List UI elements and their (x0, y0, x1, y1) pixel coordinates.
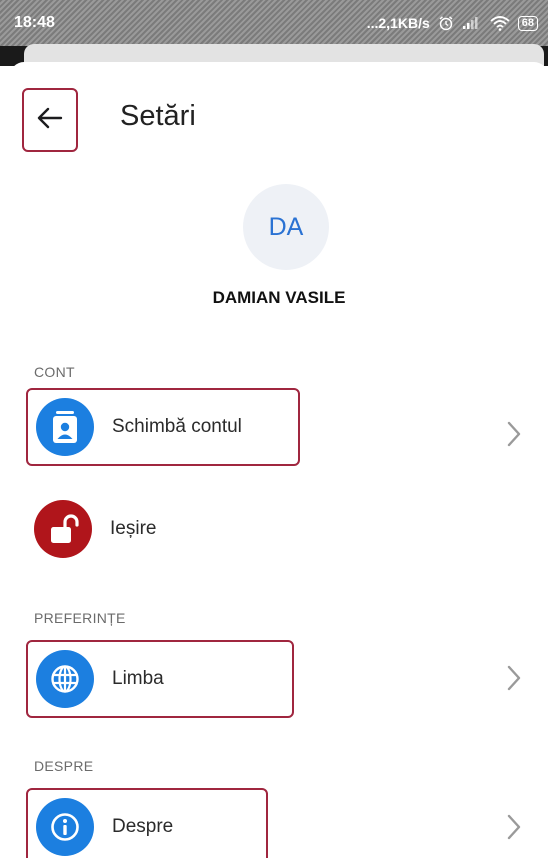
logout-label: Ieșire (110, 518, 157, 539)
logout-item[interactable]: Ieșire (26, 490, 326, 568)
status-bar: 18:48 ...2,1KB/s 68 (0, 0, 548, 46)
signal-icon (462, 16, 482, 30)
language-label: Limba (112, 668, 164, 689)
section-label-account: CONT (34, 364, 75, 380)
switch-account-item[interactable]: Schimbă contul (26, 388, 300, 466)
arrow-left-icon (37, 107, 63, 134)
switch-account-label: Schimbă contul (112, 416, 242, 437)
back-button[interactable] (22, 88, 78, 152)
section-label-about: DESPRE (34, 758, 94, 774)
network-speed: ...2,1KB/s (366, 15, 430, 31)
section-label-preferences: PREFERINȚE (34, 610, 126, 626)
avatar-initials: DA (268, 212, 304, 241)
about-label: Despre (112, 816, 174, 837)
globe-icon (36, 650, 94, 708)
chevron-right-icon (507, 665, 521, 691)
chevron-right-icon (507, 814, 521, 840)
status-indicators: ...2,1KB/s 68 (367, 15, 538, 31)
unlock-icon (34, 500, 92, 558)
account-switch-icon (36, 398, 94, 456)
about-item[interactable]: Despre (26, 788, 268, 858)
page-title: Setări (120, 100, 196, 132)
language-item[interactable]: Limba (26, 640, 294, 718)
alarm-icon (438, 15, 454, 31)
wifi-icon (490, 15, 510, 31)
settings-sheet: Setări DA DAMIAN VASILE CONT Schimbă con… (10, 62, 548, 858)
avatar: DA (243, 184, 329, 270)
chevron-right-icon (507, 421, 521, 447)
status-time: 18:48 (14, 14, 55, 31)
battery-icon: 68 (517, 15, 538, 31)
info-icon (36, 798, 94, 856)
user-name: DAMIAN VASILE (212, 288, 346, 307)
